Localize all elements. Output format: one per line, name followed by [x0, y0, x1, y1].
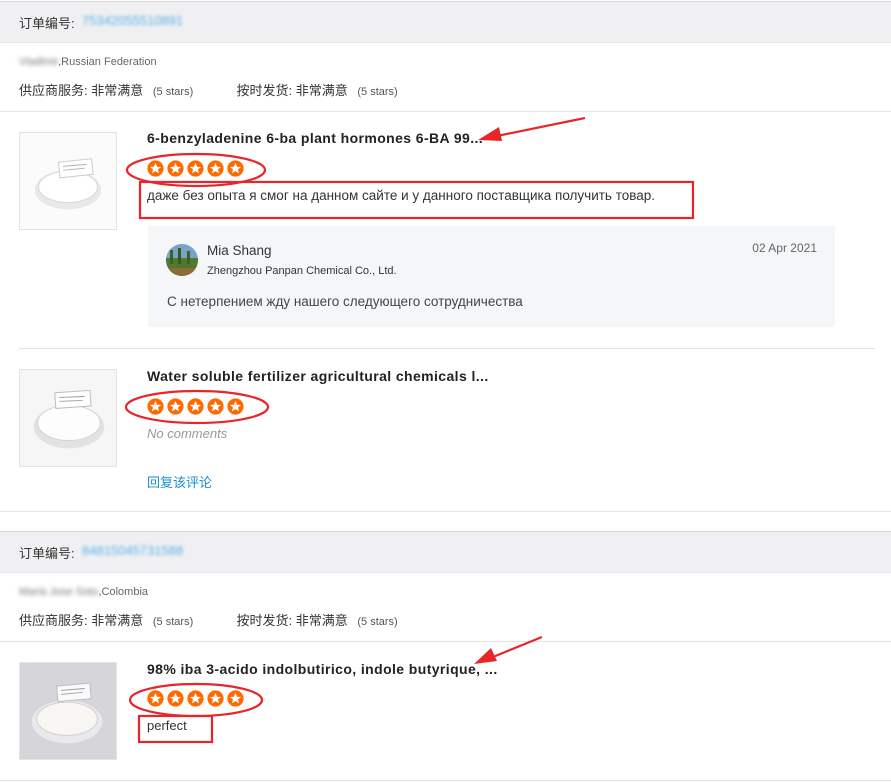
- order-number[interactable]: 75342055510891: [82, 13, 183, 28]
- buyer-country: ,Colombia: [98, 586, 149, 598]
- supplier-service-value: 非常满意: [91, 83, 144, 98]
- supplier-service-value: 非常满意: [91, 613, 144, 628]
- supplier-service-stars: (5 stars): [152, 86, 194, 98]
- buyer-country: ,Russian Federation: [58, 56, 157, 68]
- divider: [0, 511, 891, 512]
- shipping-value: 非常满意: [295, 83, 348, 98]
- no-comments-text: No comments: [147, 426, 228, 441]
- supplier-reply: Mia Shang Zhengzhou Panpan Chemical Co.,…: [148, 226, 835, 327]
- buyer-name: Vladimir: [19, 56, 59, 68]
- supplier-service-label: 供应商服务:: [19, 613, 88, 628]
- shipping-label: 按时发货:: [236, 613, 293, 628]
- product-image[interactable]: [19, 662, 117, 760]
- star-icon: [147, 690, 164, 707]
- order-number-label: 订单编号:: [19, 16, 75, 31]
- shipping-value: 非常满意: [295, 613, 348, 628]
- supplier-service-label: 供应商服务:: [19, 83, 88, 98]
- star-icon: [207, 398, 224, 415]
- buyer-location: Maria Jose Soto,Colombia: [19, 586, 148, 598]
- shipping-stars: (5 stars): [357, 86, 398, 98]
- shipping-label: 按时发货:: [236, 83, 293, 98]
- buyer-name: Maria Jose Soto: [19, 586, 99, 598]
- star-icon: [147, 398, 164, 415]
- order-number[interactable]: 84815045731588: [82, 543, 183, 558]
- reply-to-review-link[interactable]: 回复该评论: [147, 472, 212, 491]
- star-icon: [167, 690, 184, 707]
- star-icon: [167, 160, 184, 177]
- star-icon: [207, 690, 224, 707]
- title-arrow-line: [491, 116, 586, 139]
- star-icon: [227, 398, 244, 415]
- order-ratings: 供应商服务: 非常满意 (5 stars) 按时发货: 非常满意 (5 star…: [19, 610, 398, 629]
- shipping-stars: (5 stars): [357, 616, 398, 628]
- reply-company: Zhengzhou Panpan Chemical Co., Ltd.: [207, 265, 397, 277]
- star-icon: [187, 398, 204, 415]
- product-star-rating: [147, 690, 247, 710]
- powder-dish-image: [20, 663, 116, 759]
- powder-dish-image: [20, 133, 116, 229]
- review-text: perfect: [147, 718, 187, 733]
- product-star-rating: [147, 160, 247, 180]
- review-text: даже без опыта я смог на данном сайте и …: [147, 188, 656, 203]
- product-title[interactable]: 6-benzyladenine 6-ba plant hormones 6-BA…: [147, 130, 483, 146]
- reply-message: С нетерпением жду нашего следующего сотр…: [167, 294, 523, 309]
- star-icon: [167, 398, 184, 415]
- star-icon: [227, 690, 244, 707]
- divider: [19, 348, 875, 349]
- star-icon: [207, 160, 224, 177]
- avatar: [166, 244, 198, 276]
- star-icon: [187, 160, 204, 177]
- star-icon: [187, 690, 204, 707]
- product-star-rating: [147, 398, 247, 418]
- product-title[interactable]: Water soluble fertilizer agricultural ch…: [147, 368, 489, 384]
- order-header: 订单编号: 84815045731588: [0, 531, 891, 573]
- product-image[interactable]: [19, 369, 117, 467]
- buyer-location: Vladimir,Russian Federation: [19, 56, 157, 68]
- star-icon: [227, 160, 244, 177]
- divider: [0, 641, 891, 642]
- order-header: 订单编号: 75342055510891: [0, 1, 891, 43]
- star-icon: [147, 160, 164, 177]
- product-title[interactable]: 98% iba 3-acido indolbutirico, indole bu…: [147, 661, 498, 677]
- product-image[interactable]: [19, 132, 117, 230]
- order-number-label: 订单编号:: [19, 546, 75, 561]
- divider: [0, 780, 891, 781]
- reply-author-name: Mia Shang: [207, 243, 272, 258]
- reviews-page: 订单编号: 75342055510891 Vladimir,Russian Fe…: [0, 0, 891, 783]
- divider: [0, 111, 891, 112]
- supplier-service-stars: (5 stars): [152, 616, 194, 628]
- powder-dish-image: [20, 370, 116, 466]
- order-ratings: 供应商服务: 非常满意 (5 stars) 按时发货: 非常满意 (5 star…: [19, 80, 398, 99]
- reply-date: 02 Apr 2021: [752, 241, 817, 255]
